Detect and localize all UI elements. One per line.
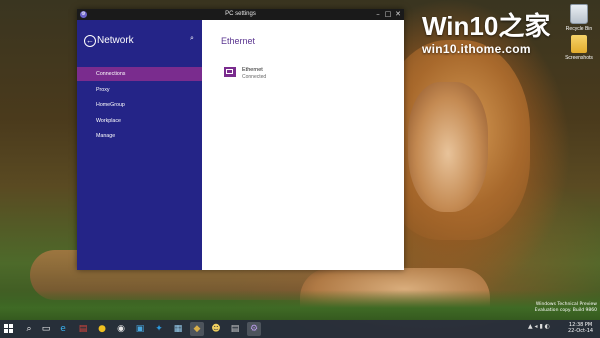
chrome-icon[interactable]: ● (95, 322, 109, 336)
recycle-bin-icon (570, 4, 588, 24)
app-icon[interactable]: ☻ (209, 322, 223, 336)
build-watermark: Windows Technical Preview Evaluation cop… (525, 302, 597, 314)
watermark-url: win10.ithome.com (422, 42, 531, 56)
desktop-icon-label: Screenshots (565, 55, 593, 61)
window-title: PC settings (225, 11, 256, 17)
settings-content: Ethernet Ethernet Connected (202, 20, 404, 270)
ethernet-icon[interactable] (224, 67, 236, 77)
app-icon[interactable]: ◆ (190, 322, 204, 336)
desktop-icon-label: Recycle Bin (565, 26, 593, 32)
sidebar-item-manage[interactable]: Manage (77, 129, 202, 143)
store-icon[interactable]: ✦ (152, 322, 166, 336)
sidebar-item-workplace[interactable]: Workplace (77, 114, 202, 128)
sidebar-item-homegroup[interactable]: HomeGroup (77, 98, 202, 112)
back-arrow-icon[interactable]: ← (84, 35, 96, 47)
app-icon[interactable]: ▤ (76, 322, 90, 336)
connection-status: Connected (242, 74, 267, 80)
sidebar-heading: Network (97, 35, 134, 46)
watermark: Win10之家 win10.ithome.com (422, 12, 550, 56)
wallpaper-lion-face (408, 82, 488, 212)
pc-settings-window: ⚙ PC settings – □ ✕ ← Network ⌕ Connecti… (77, 9, 404, 270)
build-line-2: Evaluation copy. Build 9860 (534, 308, 597, 313)
start-button-icon[interactable] (4, 324, 14, 334)
taskbar: ⌕ ▭ e ▤ ● ◉ ▣ ✦ ▦ ◆ ☻ ▤ ⚙ ▲ ◂ ▮ ◐ 12:38 … (0, 320, 600, 338)
sidebar-item-proxy[interactable]: Proxy (77, 83, 202, 97)
app-icon[interactable]: ▦ (171, 322, 185, 336)
twitter-icon[interactable]: ▣ (133, 322, 147, 336)
wallpaper-grass (0, 290, 600, 320)
maximize-button[interactable]: □ (383, 10, 393, 19)
desktop-icon-recycle-bin[interactable]: Recycle Bin (561, 4, 597, 32)
settings-sidebar: ← Network ⌕ Connections Proxy HomeGroup … (77, 20, 202, 270)
taskbar-search-icon[interactable]: ⌕ (22, 322, 36, 336)
watermark-brand: Win10之家 (422, 11, 551, 41)
desktop-icon-screenshots[interactable]: Screenshots (561, 35, 597, 61)
folder-icon (571, 35, 587, 53)
sidebar-item-connections[interactable]: Connections (77, 67, 202, 81)
close-button[interactable]: ✕ (393, 10, 403, 19)
section-title: Ethernet (221, 36, 256, 46)
task-view-icon[interactable]: ▭ (39, 322, 53, 336)
clock-date: 22-Oct-14 (568, 328, 594, 334)
search-icon[interactable]: ⌕ (190, 35, 194, 43)
settings-taskbar-icon[interactable]: ⚙ (247, 322, 261, 336)
file-explorer-icon[interactable]: ◉ (114, 322, 128, 336)
title-bar[interactable]: ⚙ PC settings – □ ✕ (77, 9, 404, 20)
system-tray-icons[interactable]: ▲ ◂ ▮ ◐ (528, 323, 550, 330)
minimize-button[interactable]: – (373, 10, 383, 19)
clock[interactable]: 12:38 PM 22-Oct-14 (568, 322, 593, 334)
connection-name[interactable]: Ethernet (242, 67, 263, 73)
app-icon[interactable]: ▤ (228, 322, 242, 336)
internet-explorer-icon[interactable]: e (56, 322, 70, 336)
